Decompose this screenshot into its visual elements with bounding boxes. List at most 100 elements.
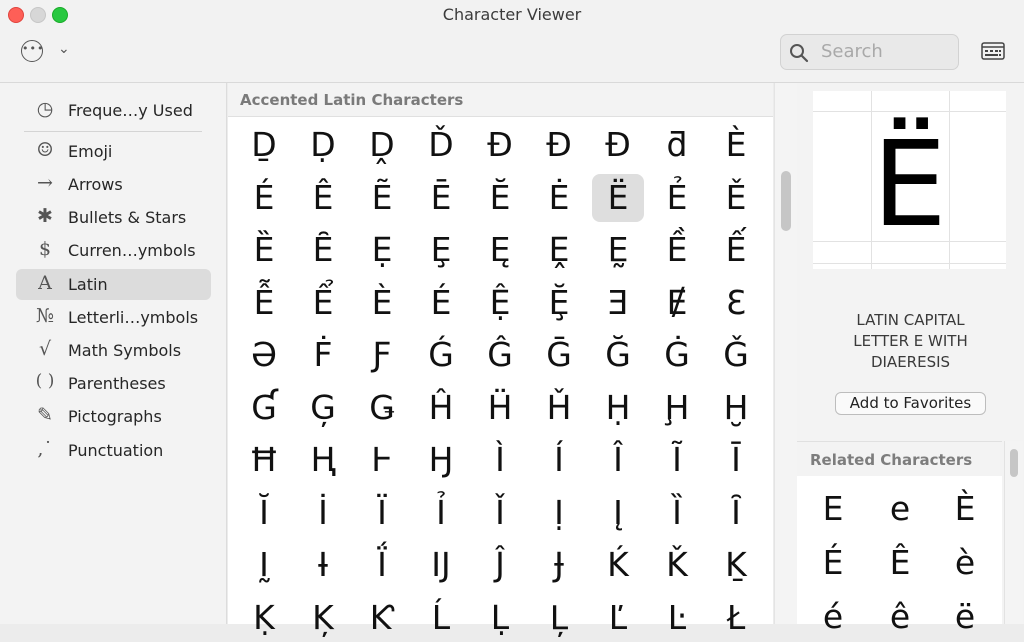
character-cell[interactable]: È	[710, 121, 762, 169]
character-cell[interactable]: Ə	[238, 331, 290, 379]
character-cell[interactable]: Į	[592, 489, 644, 537]
character-cell[interactable]: Ȅ	[238, 226, 290, 274]
related-character-cell[interactable]: È	[940, 484, 990, 534]
character-cell[interactable]: Ị	[533, 489, 585, 537]
related-character-cell[interactable]: é	[808, 592, 858, 642]
sidebar-item-bullets-stars[interactable]: ✱ Bullets & Stars	[16, 202, 211, 233]
character-cell[interactable]: Đ	[533, 121, 585, 169]
character-cell[interactable]: Ḵ	[710, 541, 762, 589]
character-cell[interactable]: É	[415, 279, 467, 327]
character-cell[interactable]: Ẽ	[356, 174, 408, 222]
character-cell[interactable]: Ɨ	[297, 541, 349, 589]
character-cell[interactable]: Ḏ	[238, 121, 290, 169]
character-cell[interactable]: Ḳ	[238, 594, 290, 642]
sidebar-item-parentheses[interactable]: ( ) Parentheses	[16, 368, 211, 399]
character-cell[interactable]: Ḱ	[592, 541, 644, 589]
related-character-cell[interactable]: E	[808, 484, 858, 534]
character-cell[interactable]: Ĵ	[474, 541, 526, 589]
related-scroll-thumb[interactable]	[1010, 449, 1018, 477]
character-cell[interactable]: Ȋ	[710, 489, 762, 537]
character-cell[interactable]: Ḝ	[533, 279, 585, 327]
character-cell[interactable]: Ì	[474, 436, 526, 484]
character-cell[interactable]: Ƒ	[356, 331, 408, 379]
character-cell[interactable]: Ľ	[592, 594, 644, 642]
character-cell[interactable]: Ǩ	[651, 541, 703, 589]
character-cell[interactable]: Ĳ	[415, 541, 467, 589]
character-cell[interactable]: Ï	[356, 489, 408, 537]
character-cell[interactable]: Ģ	[297, 384, 349, 432]
character-cell[interactable]: Ĩ	[651, 436, 703, 484]
character-cell[interactable]: Ǐ	[474, 489, 526, 537]
character-cell[interactable]: É	[238, 174, 290, 222]
related-character-cell[interactable]: è	[940, 538, 990, 588]
character-cell[interactable]: Ề	[651, 226, 703, 274]
character-cell[interactable]: Ể	[297, 279, 349, 327]
sidebar-item-emoji[interactable]: ☺ Emoji	[16, 136, 211, 167]
character-cell[interactable]: Ė	[533, 174, 585, 222]
character-cell[interactable]: Ǥ	[356, 384, 408, 432]
character-cell[interactable]: Ḩ	[651, 384, 703, 432]
related-character-cell[interactable]: É	[808, 538, 858, 588]
character-cell[interactable]: Đ	[474, 121, 526, 169]
character-cell[interactable]: Ḙ	[533, 226, 585, 274]
character-cell[interactable]: Ễ	[238, 279, 290, 327]
character-cell[interactable]: Ł	[710, 594, 762, 642]
character-cell[interactable]: Ḛ	[592, 226, 644, 274]
related-character-cell[interactable]: ê	[875, 592, 925, 642]
character-cell[interactable]: Ğ	[592, 331, 644, 379]
sidebar-item-latin[interactable]: A Latin	[16, 269, 211, 300]
character-cell[interactable]: Ḥ	[592, 384, 644, 432]
sidebar-item-arrows[interactable]: → Arrows	[16, 169, 211, 200]
character-cell[interactable]: Ḫ	[710, 384, 762, 432]
character-cell[interactable]: Ɉ	[533, 541, 585, 589]
character-cell[interactable]: Ġ	[651, 331, 703, 379]
character-cell[interactable]: Ȇ	[297, 226, 349, 274]
character-cell[interactable]: Í	[533, 436, 585, 484]
character-cell[interactable]: Ḓ	[356, 121, 408, 169]
character-cell[interactable]: Ȟ	[533, 384, 585, 432]
character-cell[interactable]: Ẹ	[356, 226, 408, 274]
character-cell[interactable]: Ɠ	[238, 384, 290, 432]
grid-scroll-thumb[interactable]	[781, 171, 791, 231]
character-cell[interactable]: Ď	[415, 121, 467, 169]
character-cell[interactable]: Ḍ	[297, 121, 349, 169]
character-cell[interactable]: Ļ	[533, 594, 585, 642]
character-cell[interactable]: Ẻ	[651, 174, 703, 222]
character-cell[interactable]: Ĥ	[415, 384, 467, 432]
character-cell[interactable]: Ê	[297, 174, 349, 222]
character-cell[interactable]: Ȩ	[415, 226, 467, 274]
keyboard-viewer-icon[interactable]	[981, 42, 1005, 60]
character-cell[interactable]: Ⱶ	[356, 436, 408, 484]
character-cell[interactable]: Ĝ	[474, 331, 526, 379]
character-cell[interactable]: È	[356, 279, 408, 327]
character-cell[interactable]: Ĭ	[238, 489, 290, 537]
character-cell[interactable]: Ỉ	[415, 489, 467, 537]
grid-scrollbar[interactable]	[774, 83, 798, 624]
character-cell[interactable]: Ḡ	[533, 331, 585, 379]
character-cell[interactable]: Ĺ	[415, 594, 467, 642]
character-cell[interactable]: Ệ	[474, 279, 526, 327]
character-cell[interactable]: Ƙ	[356, 594, 408, 642]
character-cell[interactable]: Ŀ	[651, 594, 703, 642]
character-cell[interactable]: Ǵ	[415, 331, 467, 379]
character-cell[interactable]: Ḭ	[238, 541, 290, 589]
character-cell[interactable]: Ꜧ	[415, 436, 467, 484]
character-cell[interactable]: Ɇ	[651, 279, 703, 327]
character-cell[interactable]: Ķ	[297, 594, 349, 642]
character-cell[interactable]: İ	[297, 489, 349, 537]
related-character-cell[interactable]: Ê	[875, 538, 925, 588]
sidebar-item-currency-symbols[interactable]: $ Curren…ymbols	[16, 235, 211, 266]
character-cell[interactable]: Ȉ	[651, 489, 703, 537]
character-cell[interactable]: Ę	[474, 226, 526, 274]
character-cell[interactable]: Ǝ	[592, 279, 644, 327]
character-cell[interactable]: Ḧ	[474, 384, 526, 432]
sidebar-item-math-symbols[interactable]: √ Math Symbols	[16, 335, 211, 366]
ellipsis-circle-icon[interactable]: •••	[21, 40, 43, 62]
character-cell[interactable]: Ð	[592, 121, 644, 169]
sidebar-item-pictographs[interactable]: ✎ Pictographs	[16, 401, 211, 432]
character-cell[interactable]: Ē	[415, 174, 467, 222]
sidebar-item-punctuation[interactable]: ‚˙ Punctuation	[16, 435, 211, 466]
chevron-down-icon[interactable]: ⌄	[58, 41, 70, 57]
character-cell[interactable]: Ħ	[238, 436, 290, 484]
character-cell[interactable]: Ī	[710, 436, 762, 484]
